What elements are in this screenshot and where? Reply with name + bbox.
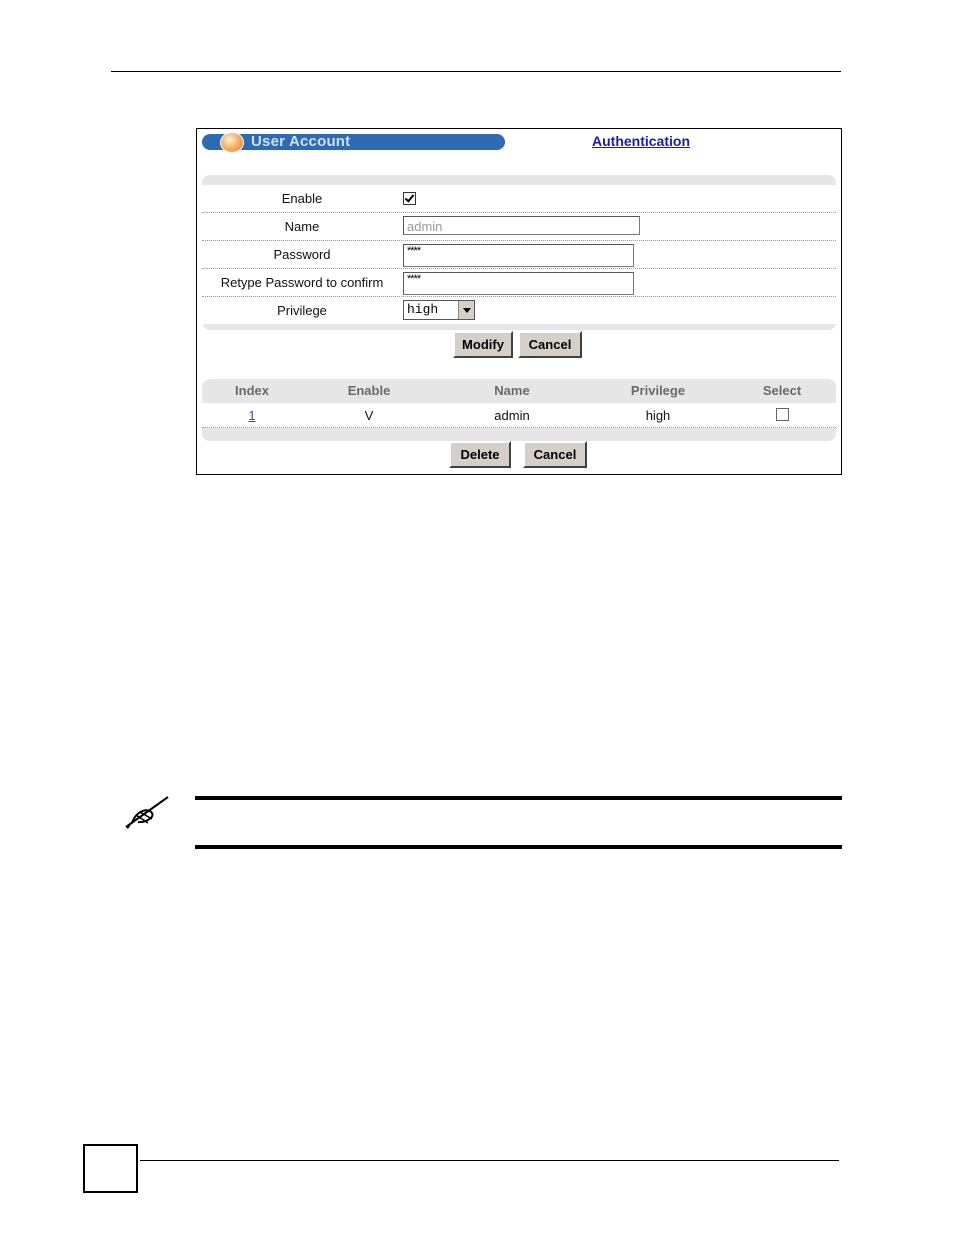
name-input[interactable]: admin: [403, 216, 640, 235]
enable-checkbox[interactable]: [403, 192, 416, 205]
user-account-screen: User Account Authentication Enable Name …: [196, 128, 842, 475]
password-row: Password ****: [202, 241, 836, 269]
chevron-down-icon[interactable]: [458, 301, 474, 319]
account-table: Index Enable Name Privilege Select 1 V a…: [202, 379, 836, 441]
table-row: 1 V admin high: [202, 403, 836, 428]
table-header: Index Enable Name Privilege Select: [202, 379, 836, 403]
enable-row: Enable: [202, 185, 836, 213]
authentication-link[interactable]: Authentication: [592, 133, 690, 149]
footer-rule: [140, 1160, 839, 1161]
title-bar: [202, 134, 505, 150]
modify-button[interactable]: Modify: [453, 331, 513, 358]
password-label: Password: [273, 247, 331, 262]
cancel-list-button[interactable]: Cancel: [523, 441, 587, 468]
note-bottom-rule: [195, 845, 842, 849]
retype-row: Retype Password to confirm ****: [202, 269, 836, 297]
privilege-row: Privilege high: [202, 297, 836, 324]
row-index-link[interactable]: 1: [248, 408, 255, 423]
note-top-rule: [195, 796, 842, 800]
page-title: User Account: [251, 133, 351, 150]
page-number-box: [83, 1144, 138, 1193]
privilege-value: high: [407, 302, 439, 317]
row-enable: V: [364, 408, 374, 423]
name-row: Name admin: [202, 213, 836, 241]
row-privilege: high: [645, 408, 671, 423]
orange-orb-icon: [220, 132, 244, 153]
retype-password-input[interactable]: ****: [403, 272, 634, 295]
account-form: Enable Name admin Password **** Retype P…: [202, 175, 836, 330]
row-select-checkbox[interactable]: [775, 408, 789, 421]
col-privilege: Privilege: [630, 383, 686, 398]
col-select: Select: [762, 383, 802, 398]
pencil-note-icon: [125, 796, 169, 829]
col-name: Name: [494, 383, 530, 398]
row-name: admin: [494, 408, 530, 423]
header-rule: [111, 71, 841, 72]
privilege-select[interactable]: high: [403, 300, 475, 320]
privilege-label: Privilege: [277, 303, 327, 318]
cancel-button[interactable]: Cancel: [518, 331, 582, 358]
col-index: Index: [235, 383, 269, 398]
col-enable: Enable: [347, 383, 391, 398]
delete-button[interactable]: Delete: [449, 441, 511, 468]
retype-label: Retype Password to confirm: [220, 275, 384, 290]
enable-label: Enable: [281, 191, 323, 206]
password-input[interactable]: ****: [403, 244, 634, 267]
name-label: Name: [284, 219, 320, 234]
